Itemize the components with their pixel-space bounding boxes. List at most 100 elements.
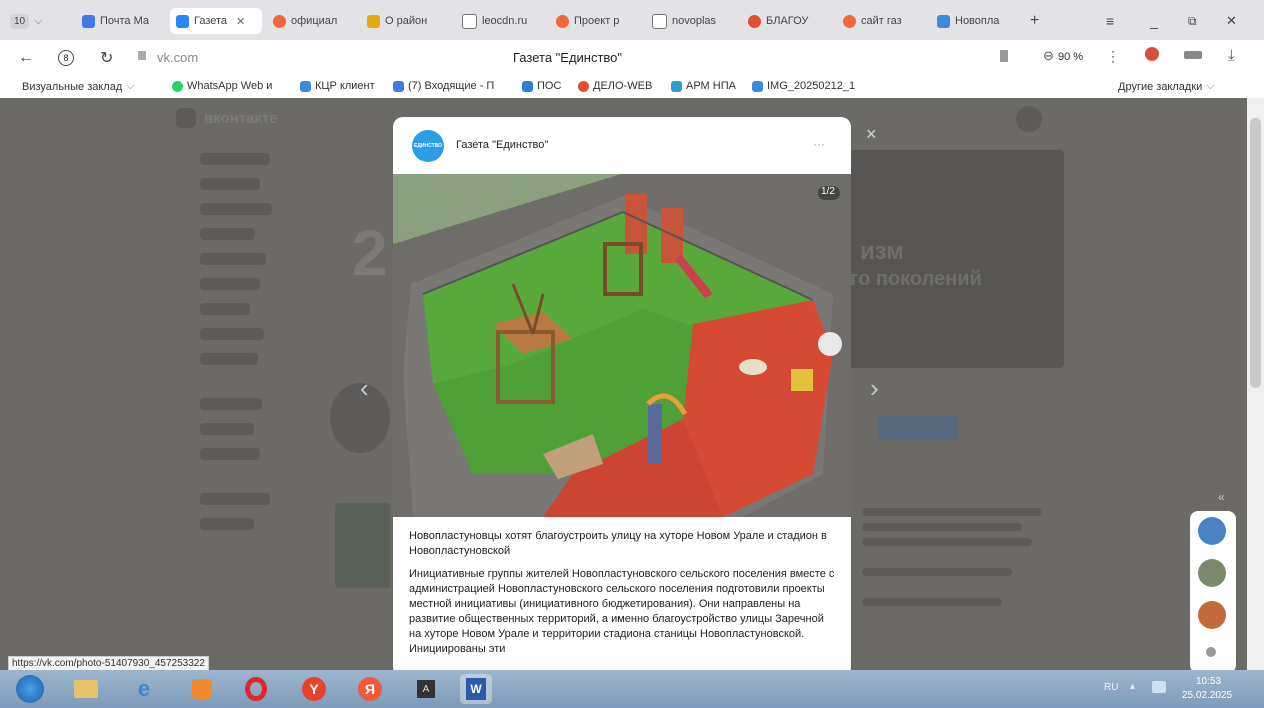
- window-close-button[interactable]: ✕: [1226, 8, 1242, 34]
- back-arrow-icon[interactable]: ←: [18, 49, 34, 67]
- opera-icon: [245, 677, 267, 701]
- more-options-icon[interactable]: ···: [813, 137, 825, 151]
- bookmark-label: КЦР клиент: [315, 80, 375, 92]
- tab-item[interactable]: leocdn.ru: [462, 8, 537, 34]
- bookmark-label: ПОС: [537, 80, 562, 92]
- bookmark-item[interactable]: КЦР клиент: [300, 80, 375, 92]
- taskbar-app[interactable]: Y: [298, 674, 330, 704]
- tab-item[interactable]: БЛАГОУ: [748, 8, 826, 34]
- tab-active[interactable]: Газета ✕: [170, 8, 262, 34]
- chevron-down-icon: ⌵: [126, 80, 135, 92]
- background-menu-item: [200, 278, 260, 290]
- clock-date[interactable]: 25.02.2025: [1182, 690, 1232, 701]
- background-text: [862, 598, 1002, 606]
- restore-button[interactable]: ⧉: [1188, 8, 1204, 34]
- taskbar-app[interactable]: Я: [354, 674, 386, 704]
- browser-menu-button[interactable]: ≡: [1106, 8, 1122, 34]
- bookmark-item[interactable]: ПОС: [522, 80, 561, 92]
- taskbar-app[interactable]: [70, 674, 102, 704]
- author-name[interactable]: Газета "Единство": [456, 139, 548, 151]
- tab-item[interactable]: Проект р: [556, 8, 634, 34]
- tab-item[interactable]: novoplas: [652, 8, 730, 34]
- tab-item[interactable]: сайт газ: [843, 8, 919, 34]
- url-field[interactable]: vk.com: [157, 50, 198, 65]
- clock-time[interactable]: 10:53: [1196, 676, 1221, 687]
- bookmark-icon[interactable]: [1000, 50, 1008, 62]
- background-big-number: 2: [352, 217, 388, 289]
- extension-icon[interactable]: [1145, 47, 1159, 61]
- bookmark-item[interactable]: WhatsApp Web и: [172, 80, 272, 92]
- chat-avatar[interactable]: [1198, 601, 1226, 629]
- bookmark-item[interactable]: Визуальные заклад ⌵: [22, 80, 135, 93]
- tab-counter-button[interactable]: 10 ⌵: [10, 8, 62, 34]
- bookmark-label: (7) Входящие - П: [408, 80, 495, 92]
- scrollbar-thumb[interactable]: [1250, 118, 1261, 388]
- tab-label: Новопла: [955, 15, 1000, 27]
- chevron-right-icon[interactable]: ›: [870, 373, 879, 404]
- app-icon: A: [417, 680, 435, 698]
- extension-icon[interactable]: [1184, 51, 1202, 59]
- yandex-icon: Я: [358, 677, 382, 701]
- minimize-button[interactable]: _: [1150, 8, 1166, 34]
- taskbar-app-active[interactable]: W: [460, 674, 492, 704]
- tab-item[interactable]: официал: [273, 8, 348, 34]
- taskbar-app[interactable]: [186, 674, 218, 704]
- network-icon[interactable]: [1152, 681, 1166, 693]
- post-text: Новопластуновцы хотят благоустроить улиц…: [409, 529, 839, 657]
- background-button: [878, 416, 958, 440]
- close-icon[interactable]: ×: [866, 124, 877, 145]
- bookmark-item[interactable]: (7) Входящие - П: [393, 80, 494, 92]
- internet-explorer-icon: e: [137, 676, 151, 701]
- post-photo[interactable]: 1/2: [393, 174, 851, 517]
- tab-item[interactable]: Новопла: [937, 8, 1017, 34]
- tab-label: Почта Ма: [100, 15, 150, 27]
- chevron-left-icon[interactable]: ‹: [360, 373, 369, 404]
- other-bookmarks[interactable]: Другие закладки ⌵: [1118, 80, 1215, 93]
- tab-item[interactable]: О район: [367, 8, 445, 34]
- background-menu-item: [200, 253, 266, 265]
- site-icon: [273, 14, 286, 28]
- yandex-protect-icon[interactable]: 8: [58, 50, 74, 66]
- collapse-chats-icon[interactable]: «: [1218, 490, 1225, 504]
- taskbar-app[interactable]: [240, 674, 272, 704]
- start-button[interactable]: [12, 674, 48, 704]
- download-icon[interactable]: ⤓: [1228, 47, 1235, 64]
- background-image: [335, 503, 390, 588]
- user-avatar: [1016, 106, 1042, 132]
- zoom-level[interactable]: 90 %: [1058, 51, 1083, 63]
- document-icon: [462, 13, 477, 29]
- bookmark-item[interactable]: ДЕЛО-WEB: [578, 80, 652, 92]
- background-menu-item: [200, 448, 260, 460]
- whatsapp-icon: [172, 80, 183, 92]
- tab-label: novoplas: [672, 15, 717, 27]
- pen-icon: [671, 80, 682, 92]
- bookmark-item[interactable]: IMG_20250212_1: [752, 80, 855, 92]
- photo-counter: 1/2: [821, 186, 835, 197]
- chat-avatar[interactable]: [1198, 517, 1226, 545]
- new-tab-button[interactable]: +: [1030, 8, 1050, 34]
- tab-label: Проект р: [574, 15, 620, 27]
- image-icon: [752, 80, 763, 92]
- tab-label: О район: [385, 15, 428, 27]
- mail-icon: [393, 80, 404, 92]
- language-indicator[interactable]: RU: [1104, 682, 1118, 693]
- taskbar-app[interactable]: A: [410, 674, 442, 704]
- taskbar-app[interactable]: e: [128, 674, 160, 704]
- more-menu-icon[interactable]: ⋮: [1106, 48, 1120, 65]
- zoom-icon[interactable]: ⊖: [1043, 48, 1054, 64]
- page-overlay[interactable]: вконтакте 2 изм го поколений ‹ › × ЕДИНС…: [0, 98, 1264, 670]
- background-text: [862, 538, 1032, 546]
- author-avatar[interactable]: ЕДИНСТВО: [412, 130, 444, 162]
- reload-icon[interactable]: ↻: [100, 48, 113, 68]
- chat-avatar[interactable]: [1198, 559, 1226, 587]
- bookmark-item[interactable]: АРМ НПА: [671, 80, 736, 92]
- page-scrollbar[interactable]: [1247, 98, 1264, 670]
- tab-label: официал: [291, 15, 338, 27]
- close-icon[interactable]: ✕: [236, 15, 245, 28]
- background-menu-item: [200, 328, 264, 340]
- tab-item[interactable]: Почта Ма: [82, 8, 162, 34]
- chat-icon[interactable]: [1206, 647, 1216, 657]
- tray-arrow-icon[interactable]: ▴: [1130, 681, 1135, 692]
- background-menu-item: [200, 353, 258, 365]
- bookmarks-bar: Визуальные заклад ⌵ WhatsApp Web и КЦР к…: [0, 76, 1264, 99]
